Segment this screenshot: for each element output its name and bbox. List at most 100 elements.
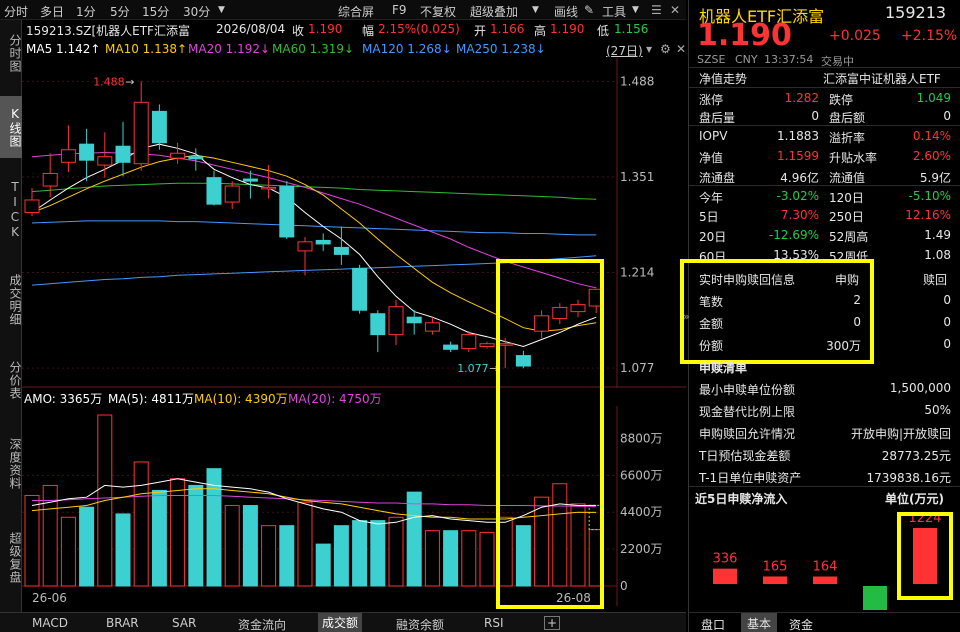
realtime-title: 实时申购赎回信息 xyxy=(699,273,796,287)
volume-axis-label: 2200万 xyxy=(620,542,663,556)
stat-label: 流通盘 xyxy=(699,171,736,185)
realtime-row-red: 0 xyxy=(943,293,951,307)
ma10-value: MA10 1.138↑ xyxy=(105,42,188,56)
chevron-down-icon[interactable]: ▼ xyxy=(218,5,225,15)
pencil-icon[interactable]: ✎ xyxy=(584,3,594,17)
menu-f9[interactable]: F9 xyxy=(392,3,407,17)
realtime-row-sub: 300万 xyxy=(826,339,861,353)
close-icon[interactable]: ✕ xyxy=(676,42,686,56)
nav-price-table[interactable]: 分价表 xyxy=(0,350,22,410)
market: SZSE xyxy=(697,53,726,66)
chevron-down-icon[interactable]: ▾ xyxy=(646,42,652,56)
high-value: 1.190 xyxy=(550,22,585,36)
list-value: 50% xyxy=(924,403,951,417)
stat-value: 0.14% xyxy=(912,129,951,143)
menu-draw[interactable]: 画线 xyxy=(554,3,578,20)
inflow-bar xyxy=(713,568,737,584)
chevron-down-icon[interactable]: ▼ xyxy=(632,5,639,15)
tab-orderbook[interactable]: 盘口 xyxy=(701,616,725,632)
ma250-value: MA250 1.238↓ xyxy=(456,42,546,56)
price-change-pct: +2.15% xyxy=(901,28,958,44)
tab-macd[interactable]: MACD xyxy=(32,616,68,630)
menu-no-adjust[interactable]: 不复权 xyxy=(420,3,456,20)
ma5-value: MA5 1.142↑ xyxy=(26,42,101,56)
stat-label: 今年 xyxy=(699,191,724,205)
nav-tick[interactable]: TICK xyxy=(0,170,22,250)
nav-super-review[interactable]: 超级复盘 xyxy=(0,516,22,600)
tab-basic[interactable]: 基本 xyxy=(741,613,778,632)
stat-label: 盘后量 xyxy=(699,111,736,125)
indicator-tabs: MACD BRAR SAR 资金流向 成交额 融资余额 RSI + xyxy=(0,612,686,632)
candle-down xyxy=(352,267,368,311)
tab-timeshare[interactable]: 分时 xyxy=(4,3,28,20)
price-axis-label: 1.351 xyxy=(620,170,654,184)
ma120-value: MA120 1.268↓ xyxy=(362,42,452,56)
tab-brar[interactable]: BRAR xyxy=(106,616,139,630)
tab-fund-flow[interactable]: 资金流向 xyxy=(238,616,286,632)
inflow-value: 165 xyxy=(763,559,788,574)
fund-company: 汇添富中证机器人ETF xyxy=(823,72,941,86)
tab-30min[interactable]: 30分 xyxy=(183,3,210,20)
volume-axis-label: 6600万 xyxy=(620,468,663,482)
stat-value: 7.30% xyxy=(780,208,819,222)
stat-label: 20日 xyxy=(699,230,727,244)
nav-trend-label[interactable]: 净值走势 xyxy=(699,70,747,87)
candle-down xyxy=(151,110,167,144)
menu-composite[interactable]: 综合屏 xyxy=(338,3,374,20)
volume-bar-down xyxy=(151,489,167,587)
stat-value: 1.282 xyxy=(784,91,819,105)
nav-kline-chart[interactable]: K线图 xyxy=(0,96,22,158)
stat-label: 5日 xyxy=(699,210,719,224)
nav-trade-detail[interactable]: 成交明细 xyxy=(0,262,22,338)
candle-up xyxy=(170,152,186,159)
volume-bar-up xyxy=(224,505,240,587)
realtime-row-label: 份额 xyxy=(699,339,724,353)
list-value: 1739838.16元 xyxy=(866,471,951,485)
candle-down xyxy=(242,178,258,182)
low-marker-label: 1.077 xyxy=(457,362,489,375)
low-label: 低 xyxy=(597,24,610,38)
tab-sar[interactable]: SAR xyxy=(172,616,196,630)
candle-down xyxy=(370,313,386,336)
list-title: 申赎清单 xyxy=(699,361,748,375)
tab-rsi[interactable]: RSI xyxy=(484,616,504,630)
realtime-row-sub: 0 xyxy=(853,315,861,329)
realtime-row-red: 0 xyxy=(943,315,951,329)
expand-icon[interactable]: » xyxy=(683,310,690,323)
tab-15min[interactable]: 15分 xyxy=(142,3,169,20)
vol-ma20-value: MA(20): 4750万 xyxy=(288,392,382,406)
stat-label: 涨停 xyxy=(699,93,724,107)
menu-tools[interactable]: 工具 xyxy=(602,3,626,20)
realtime-col-subscribe: 申购 xyxy=(835,273,860,287)
candle-up xyxy=(24,199,40,214)
volume-bar-up xyxy=(60,516,76,587)
tab-margin-balance[interactable]: 融资余额 xyxy=(396,616,444,632)
realtime-col-redeem: 赎回 xyxy=(923,273,948,287)
volume-bar-down xyxy=(79,506,95,587)
tab-turnover[interactable]: 成交额 xyxy=(318,613,363,632)
list-icon[interactable]: ☰ xyxy=(651,3,662,17)
price-axis-label: 1.214 xyxy=(620,266,654,280)
ma120-line xyxy=(31,220,597,236)
close-icon[interactable]: ✕ xyxy=(670,3,680,17)
list-value: 1,500,000 xyxy=(889,381,951,395)
tab-funds[interactable]: 资金 xyxy=(789,616,813,632)
tab-1min[interactable]: 1分 xyxy=(76,3,96,20)
nav-timeshare-chart[interactable]: 分时图 xyxy=(0,24,22,82)
menu-overlay[interactable]: 超级叠加 xyxy=(470,3,518,20)
fund-code: 159213 xyxy=(885,3,947,22)
list-label: 现金替代比例上限 xyxy=(699,405,796,419)
tab-5min[interactable]: 5分 xyxy=(110,3,130,20)
inflow-value: 336 xyxy=(713,552,738,567)
top-toolbar: 分时 多日 1分 5分 15分 30分 ▼ 综合屏 F9 不复权 超级叠加 ▼ … xyxy=(0,0,686,20)
ma20-value: MA20 1.192↓ xyxy=(188,42,271,56)
add-icon[interactable]: + xyxy=(544,616,560,630)
window-days[interactable]: (27日) xyxy=(606,42,643,59)
settings-icon[interactable]: ⚙ xyxy=(660,42,671,56)
stat-value: -3.02% xyxy=(776,189,819,203)
tab-multiday[interactable]: 多日 xyxy=(40,3,64,20)
nav-depth-data[interactable]: 深度资料 xyxy=(0,422,22,506)
chevron-down-icon[interactable]: ▼ xyxy=(532,5,539,15)
stat-value: -5.10% xyxy=(908,189,951,203)
stat-label: 流通值 xyxy=(829,171,866,185)
